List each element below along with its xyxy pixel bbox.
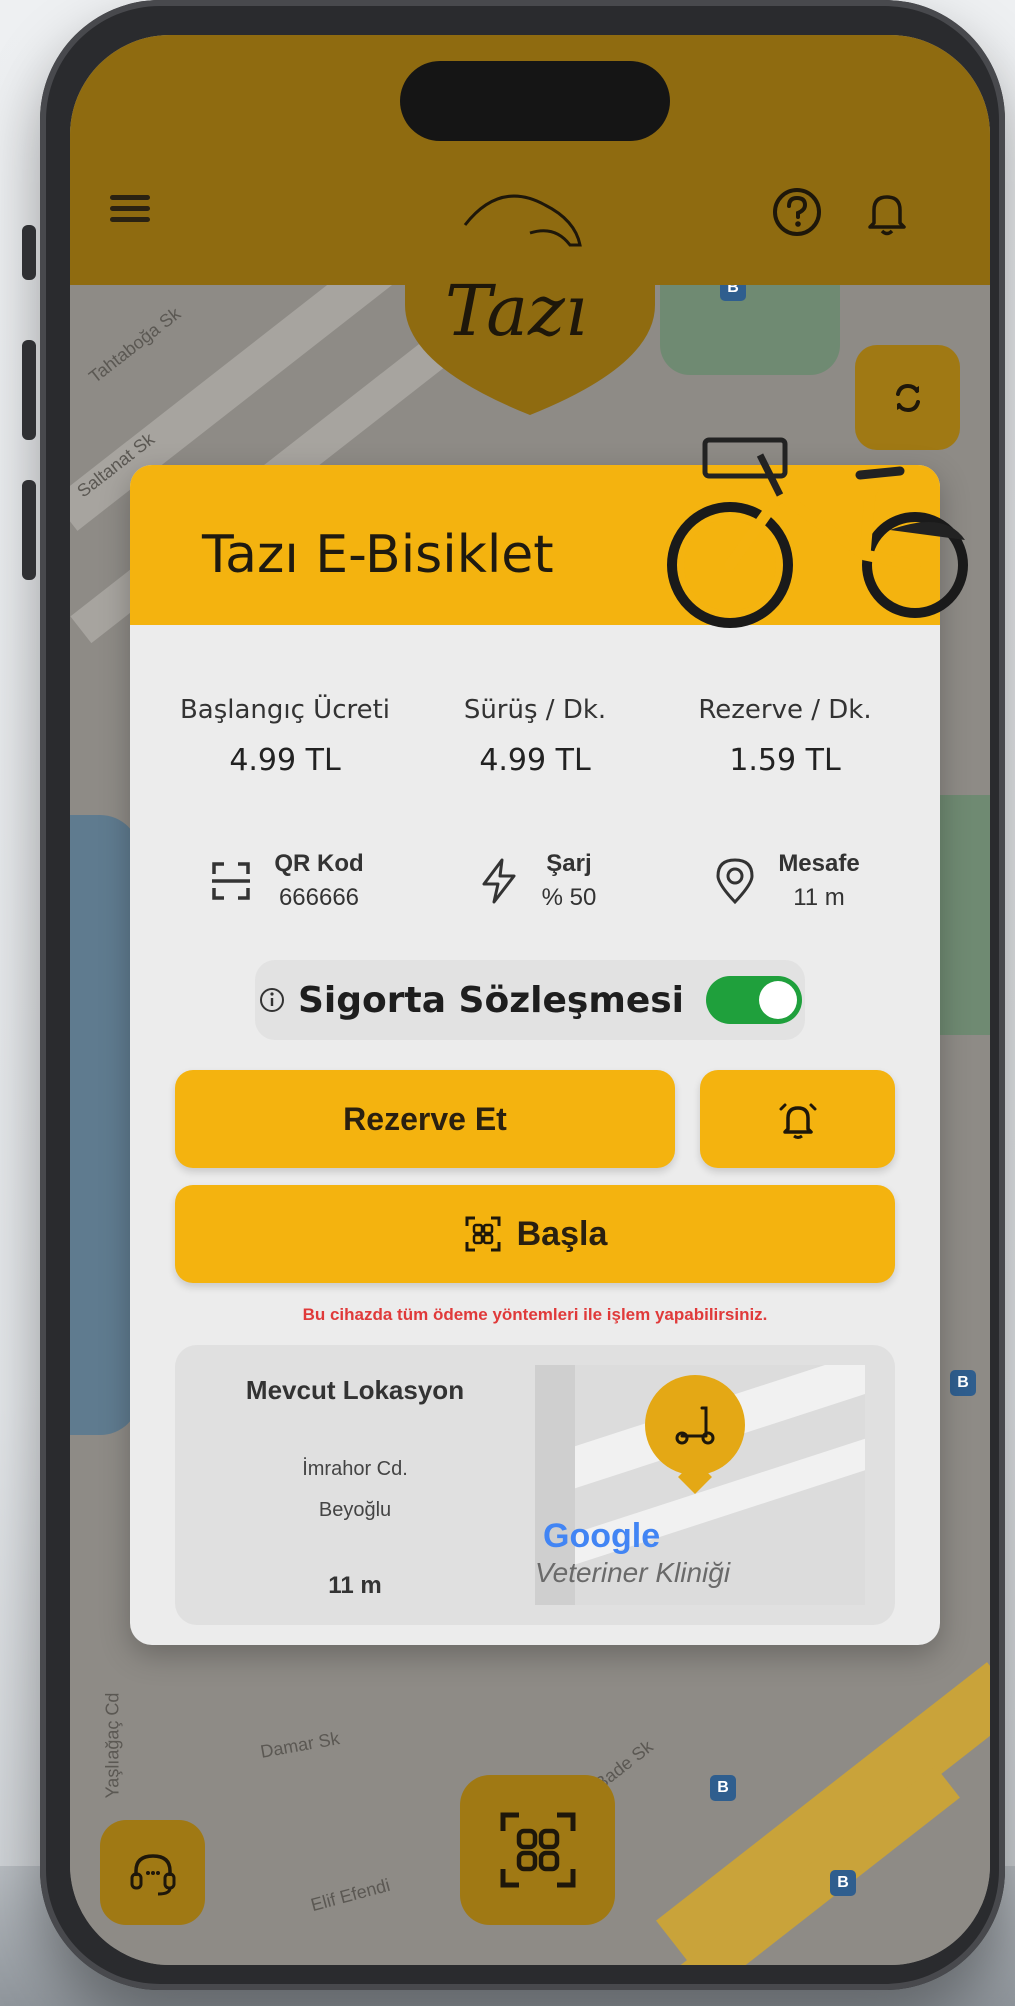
price-list: Başlangıç Ücreti 4.99 TL Sürüş / Dk. 4.9… — [160, 695, 910, 778]
qr-scan-icon — [500, 1812, 575, 1888]
location-details: Mevcut Lokasyon İmrahor Cd. Beyoğlu 11 m — [175, 1345, 535, 1625]
bus-stop-icon[interactable]: B — [710, 1775, 736, 1801]
distance-value: 11 m — [793, 884, 845, 911]
start-ride-button[interactable]: Başla — [175, 1185, 895, 1283]
ride-per-minute: Sürüş / Dk. 4.99 TL — [410, 695, 660, 778]
price-value: 1.59 TL — [729, 743, 841, 778]
bus-stop-icon[interactable]: B — [950, 1370, 976, 1396]
location-street: İmrahor Cd. — [302, 1458, 408, 1480]
street-label: Yaşlıağaç Cd — [102, 1692, 123, 1799]
support-button[interactable] — [100, 1820, 205, 1925]
hamburger-menu-icon[interactable] — [110, 195, 150, 223]
vehicle-title: Tazı E-Bisiklet — [202, 525, 554, 585]
price-label: Rezerve / Dk. — [698, 695, 872, 725]
payment-info-text: Bu cihazda tüm ödeme yöntemleri ile işle… — [302, 1305, 768, 1324]
stat-label: Mesafe — [778, 850, 860, 877]
price-value: 4.99 TL — [229, 743, 341, 778]
vehicle-info-card: Tazı E-Bisiklet Başlangıç Ücreti 4.99 TL… — [130, 437, 968, 1645]
stat-label: Şarj — [546, 850, 592, 877]
charge-stat: Şarj % 50 — [410, 850, 660, 912]
info-icon[interactable] — [258, 986, 286, 1014]
location-pin-icon — [716, 858, 754, 905]
insurance-toggle[interactable] — [706, 976, 803, 1024]
insurance-label[interactable]: Sigorta Sözleşmesi — [298, 980, 684, 1021]
scooter-icon — [675, 1406, 715, 1445]
phone-screen: Tahtaboğa Sk Saltanat Sk Damar Sk Bade S… — [70, 35, 990, 1965]
headset-icon — [130, 1853, 175, 1895]
tazi-logo: Tazı — [405, 185, 655, 415]
street-label: Elif Efendi — [308, 1874, 393, 1916]
refresh-icon — [895, 383, 920, 412]
mini-map[interactable]: Google Veteriner Kliniği — [535, 1365, 865, 1605]
location-district: Beyoğlu — [318, 1499, 392, 1521]
charge-value: % 50 — [541, 884, 597, 911]
location-distance: 11 m — [328, 1572, 382, 1599]
google-logo: Google — [543, 1517, 661, 1555]
lightning-icon — [482, 858, 516, 904]
start-fee: Başlangıç Ücreti 4.99 TL — [160, 695, 410, 778]
logo-text: Tazı — [445, 270, 587, 352]
current-location-panel[interactable]: Mevcut Lokasyon İmrahor Cd. Beyoğlu 11 m — [175, 1345, 895, 1625]
reserve-button[interactable]: Rezerve Et — [175, 1070, 675, 1168]
price-label: Sürüş / Dk. — [463, 695, 607, 725]
street-label: Tahtaboğa Sk — [85, 303, 185, 387]
vehicle-stats: QR Kod 666666 Şarj % 50 Mesafe 11 m — [160, 850, 910, 912]
alarm-button[interactable] — [700, 1070, 895, 1168]
start-ride-label: Başla — [516, 1214, 608, 1253]
qr-scan-icon — [212, 862, 251, 900]
e-bike-image — [667, 437, 968, 628]
distance-stat: Mesafe 11 m — [660, 850, 910, 912]
mute-switch — [22, 225, 36, 280]
dynamic-island — [400, 61, 670, 141]
location-title: Mevcut Lokasyon — [245, 1375, 465, 1405]
qr-code-stat: QR Kod 666666 — [160, 850, 410, 912]
stat-label: QR Kod — [274, 850, 364, 877]
bell-icon[interactable] — [860, 185, 914, 239]
question-circle-icon[interactable] — [770, 185, 824, 239]
volume-down-button — [22, 480, 36, 580]
alarm-bell-icon — [779, 1103, 816, 1139]
scooter-pin — [645, 1375, 745, 1475]
reserve-per-minute: Rezerve / Dk. 1.59 TL — [660, 695, 910, 778]
price-label: Başlangıç Ücreti — [179, 695, 391, 725]
street-label: Damar Sk — [258, 1728, 342, 1762]
volume-up-button — [22, 340, 36, 440]
price-value: 4.99 TL — [479, 743, 591, 778]
qr-code-value: 666666 — [278, 884, 360, 911]
toggle-knob — [759, 981, 798, 1019]
map-place-label: Veteriner Kliniği — [535, 1557, 731, 1588]
scan-qr-button[interactable] — [460, 1775, 615, 1925]
qr-scan-icon — [465, 1216, 501, 1252]
insurance-row: Sigorta Sözleşmesi — [255, 960, 805, 1040]
bus-stop-icon[interactable]: B — [830, 1870, 856, 1896]
